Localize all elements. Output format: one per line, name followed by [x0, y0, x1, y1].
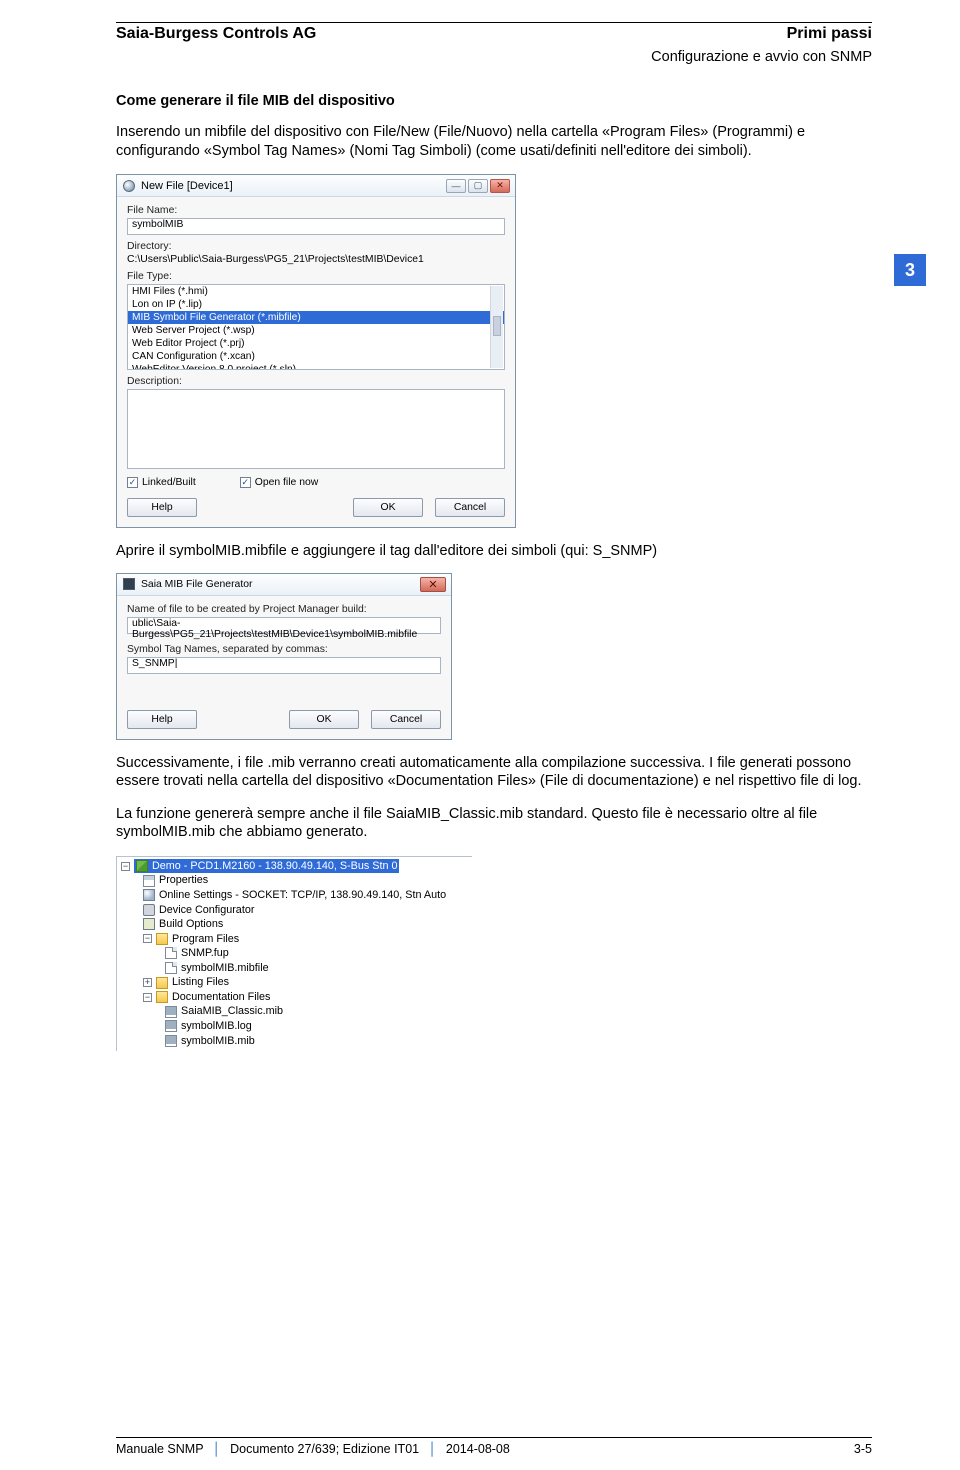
- tree-file[interactable]: symbolMIB.log: [181, 1019, 252, 1034]
- close-button[interactable]: ✕: [490, 179, 510, 193]
- doc-icon: [165, 1006, 177, 1018]
- tree-listing-files[interactable]: Listing Files: [172, 975, 229, 990]
- tags-label: Symbol Tag Names, separated by commas:: [127, 644, 441, 655]
- description-box[interactable]: [127, 389, 505, 469]
- tree-build-options[interactable]: Build Options: [159, 917, 223, 932]
- properties-icon: [143, 875, 155, 887]
- intro-paragraph: Inserendo un mibfile del dispositivo con…: [116, 123, 872, 160]
- filetype-item[interactable]: CAN Configuration (*.xcan): [128, 350, 504, 363]
- footer-manual: Manuale SNMP: [116, 1442, 203, 1456]
- description-label: Description:: [127, 376, 505, 387]
- page-badge: 3: [894, 254, 926, 286]
- tree-file[interactable]: SaiaMIB_Classic.mib: [181, 1004, 283, 1019]
- build-name-label: Name of file to be created by Project Ma…: [127, 604, 441, 615]
- dialog-title: New File [Device1]: [141, 180, 233, 192]
- tree-program-files[interactable]: Program Files: [172, 932, 239, 947]
- cancel-button[interactable]: Cancel: [435, 498, 505, 517]
- filename-input[interactable]: symbolMIB: [127, 218, 505, 235]
- tree-file[interactable]: symbolMIB.mib: [181, 1034, 255, 1049]
- build-icon: [143, 918, 155, 930]
- file-icon: [165, 962, 177, 974]
- tree-properties[interactable]: Properties: [159, 873, 208, 888]
- new-file-dialog: New File [Device1] — ▢ ✕ File Name: symb…: [116, 174, 516, 528]
- help-button[interactable]: Help: [127, 498, 197, 517]
- dialog2-title: Saia MIB File Generator: [141, 579, 252, 590]
- tree-file[interactable]: symbolMIB.mibfile: [181, 961, 269, 976]
- tags-input[interactable]: S_SNMP|: [127, 657, 441, 674]
- gear-icon: [143, 904, 155, 916]
- doc-icon: [165, 1035, 177, 1047]
- footer-date: 2014-08-08: [446, 1442, 510, 1456]
- ok-button[interactable]: OK: [353, 498, 423, 517]
- footer-page: 3-5: [854, 1442, 872, 1456]
- footer-doc: Documento 27/639; Edizione IT01: [230, 1442, 419, 1456]
- section-name: Primi passi: [787, 25, 872, 43]
- company-name: Saia-Burgess Controls AG: [116, 25, 316, 43]
- directory-value: C:\Users\Public\Saia-Burgess\PG5_21\Proj…: [127, 254, 505, 265]
- ok-button[interactable]: OK: [289, 710, 359, 729]
- collapse-icon[interactable]: −: [143, 934, 152, 943]
- open-now-label: Open file now: [255, 477, 319, 488]
- tree-root-selected[interactable]: Demo - PCD1.M2160 - 138.90.49.140, S-Bus…: [134, 859, 399, 874]
- linked-checkbox[interactable]: ✓: [127, 477, 138, 488]
- close-button[interactable]: ✕: [420, 577, 446, 592]
- filetype-list[interactable]: HMI Files (*.hmi) Lon on IP (*.lip) MIB …: [127, 284, 505, 370]
- directory-label: Directory:: [127, 241, 505, 252]
- folder-icon: [156, 933, 168, 945]
- scrollbar[interactable]: [490, 286, 503, 368]
- maximize-button[interactable]: ▢: [468, 179, 488, 193]
- footer-left: Manuale SNMP │ Documento 27/639; Edizion…: [116, 1442, 510, 1456]
- minimize-button[interactable]: —: [446, 179, 466, 193]
- filetype-item-selected[interactable]: MIB Symbol File Generator (*.mibfile): [128, 311, 504, 324]
- open-paragraph: Aprire il symbolMIB.mibfile e aggiungere…: [116, 542, 872, 561]
- collapse-icon[interactable]: −: [143, 993, 152, 1002]
- tree-device-configurator[interactable]: Device Configurator: [159, 903, 254, 918]
- filetype-item[interactable]: Web Editor Project (*.prj): [128, 337, 504, 350]
- file-icon: [165, 947, 177, 959]
- tree-documentation-files[interactable]: Documentation Files: [172, 990, 270, 1005]
- tree-online-settings[interactable]: Online Settings - SOCKET: TCP/IP, 138.90…: [159, 888, 446, 903]
- filetype-label: File Type:: [127, 271, 505, 282]
- collapse-icon[interactable]: −: [121, 862, 130, 871]
- app-icon: [123, 578, 135, 590]
- filetype-item[interactable]: Web Server Project (*.wsp): [128, 324, 504, 337]
- filetype-item[interactable]: WebEditor Version 8.0 project (*.sln): [128, 363, 504, 370]
- mib-generator-dialog: Saia MIB File Generator ✕ Name of file t…: [116, 573, 452, 740]
- page-heading: Come generare il file MIB del dispositiv…: [116, 93, 872, 109]
- doc-icon: [165, 1020, 177, 1032]
- folder-icon: [156, 977, 168, 989]
- expand-icon[interactable]: +: [143, 978, 152, 987]
- cancel-button[interactable]: Cancel: [371, 710, 441, 729]
- device-icon: [136, 860, 148, 872]
- tree-root-label: Demo - PCD1.M2160 - 138.90.49.140, S-Bus…: [152, 859, 397, 874]
- folder-icon: [156, 991, 168, 1003]
- filetype-item[interactable]: HMI Files (*.hmi): [128, 285, 504, 298]
- build-name-input[interactable]: ublic\Saia-Burgess\PG5_21\Projects\testM…: [127, 617, 441, 634]
- filetype-item[interactable]: Lon on IP (*.lip): [128, 298, 504, 311]
- func-paragraph: La funzione genererà sempre anche il fil…: [116, 805, 872, 842]
- open-now-checkbox[interactable]: ✓: [240, 477, 251, 488]
- tree-file[interactable]: SNMP.fup: [181, 946, 229, 961]
- help-button[interactable]: Help: [127, 710, 197, 729]
- subtitle: Configurazione e avvio con SNMP: [116, 49, 872, 65]
- network-icon: [143, 889, 155, 901]
- filename-label: File Name:: [127, 205, 505, 216]
- project-tree: − Demo - PCD1.M2160 - 138.90.49.140, S-B…: [116, 856, 472, 1051]
- reload-icon: [123, 180, 135, 192]
- linked-label: Linked/Built: [142, 477, 196, 488]
- after-paragraph: Successivamente, i file .mib verranno cr…: [116, 754, 872, 791]
